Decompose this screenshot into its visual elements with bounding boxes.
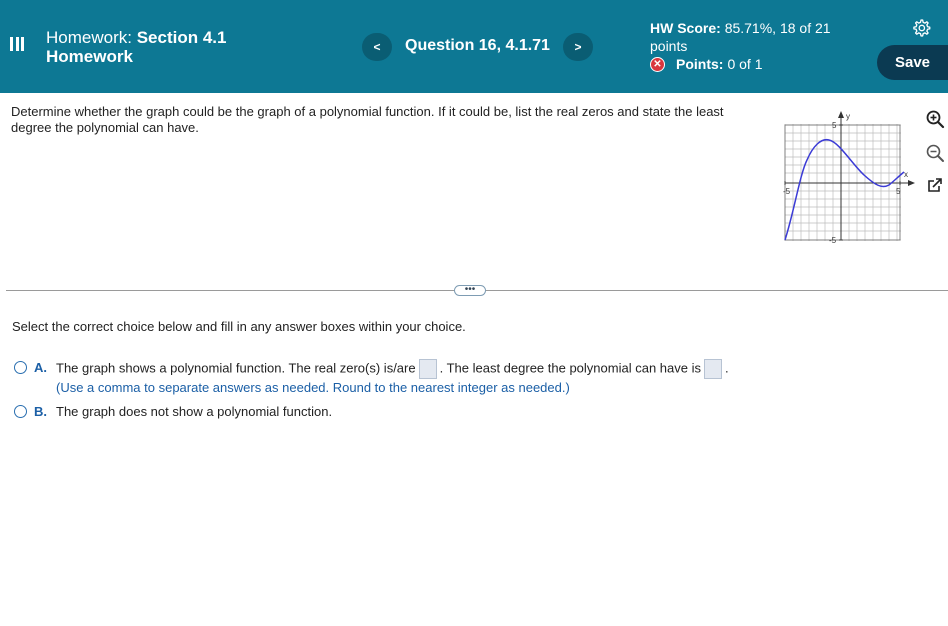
- y-tick-label-neg: -5: [829, 236, 837, 244]
- choice-a-letter: A.: [34, 360, 47, 375]
- title-rest: Homework: [46, 47, 133, 66]
- header-bar: Homework: Section 4.1 Homework < Questio…: [0, 0, 948, 93]
- choice-a-content: The graph shows a polynomial function. T…: [56, 359, 729, 397]
- choice-a-text-1: The graph shows a polynomial function. T…: [56, 360, 416, 376]
- score-label: HW Score:: [650, 20, 721, 36]
- choice-a: A. The graph shows a polynomial function…: [14, 359, 729, 397]
- choice-b-radio[interactable]: [14, 405, 27, 418]
- incorrect-icon: ✕: [650, 56, 665, 72]
- question-label: Question 16, 4.1.71: [405, 37, 550, 54]
- title-prefix: Homework:: [46, 28, 132, 47]
- zoom-in-icon[interactable]: [924, 108, 946, 130]
- points-row: ✕ Points: 0 of 1: [650, 56, 762, 72]
- homework-title: Homework: Section 4.1 Homework: [46, 28, 306, 66]
- choice-a-text-2: . The least degree the polynomial can ha…: [439, 360, 701, 376]
- title-section: Section 4.1: [136, 28, 227, 47]
- score-value: 85.71%, 18 of 21: [724, 20, 831, 36]
- least-degree-input[interactable]: [703, 359, 722, 379]
- choice-a-hint: (Use a comma to separate answers as need…: [56, 380, 570, 395]
- x-tick-label-neg: -5: [783, 187, 791, 196]
- more-options-button[interactable]: •••: [454, 285, 486, 296]
- y-axis-label: y: [846, 112, 850, 121]
- choice-a-text-3: .: [724, 360, 729, 376]
- zoom-out-icon[interactable]: [924, 142, 946, 164]
- x-axis-arrow: [908, 180, 915, 186]
- x-tick-label-pos: 5: [896, 187, 901, 196]
- y-tick-label-pos: 5: [832, 121, 837, 130]
- points-value: 0 of 1: [727, 56, 763, 72]
- y-axis-arrow: [838, 111, 844, 118]
- open-external-icon[interactable]: [924, 174, 946, 196]
- menu-icon[interactable]: [10, 37, 24, 51]
- graph-curve: [784, 138, 905, 241]
- answer-instruction: Select the correct choice below and fill…: [12, 319, 466, 334]
- x-axis-label: x: [904, 170, 908, 179]
- choice-b-letter: B.: [34, 404, 47, 419]
- gear-icon[interactable]: [911, 18, 931, 38]
- real-zeros-input[interactable]: [418, 359, 437, 379]
- score-unit: points: [650, 38, 688, 54]
- choice-b-text: The graph does not show a polynomial fun…: [56, 404, 333, 419]
- previous-question-button[interactable]: <: [362, 33, 392, 61]
- choice-b: B. The graph does not show a polynomial …: [14, 403, 332, 421]
- save-button[interactable]: Save: [877, 45, 948, 80]
- points-label: Points:: [676, 56, 724, 72]
- hw-score: HW Score: 85.71%, 18 of 21 points: [650, 19, 850, 55]
- question-prompt: Determine whether the graph could be the…: [11, 104, 724, 135]
- choice-a-radio[interactable]: [14, 361, 27, 374]
- polynomial-graph: y x 5 -5 -5 5: [783, 111, 915, 244]
- next-question-button[interactable]: >: [563, 33, 593, 61]
